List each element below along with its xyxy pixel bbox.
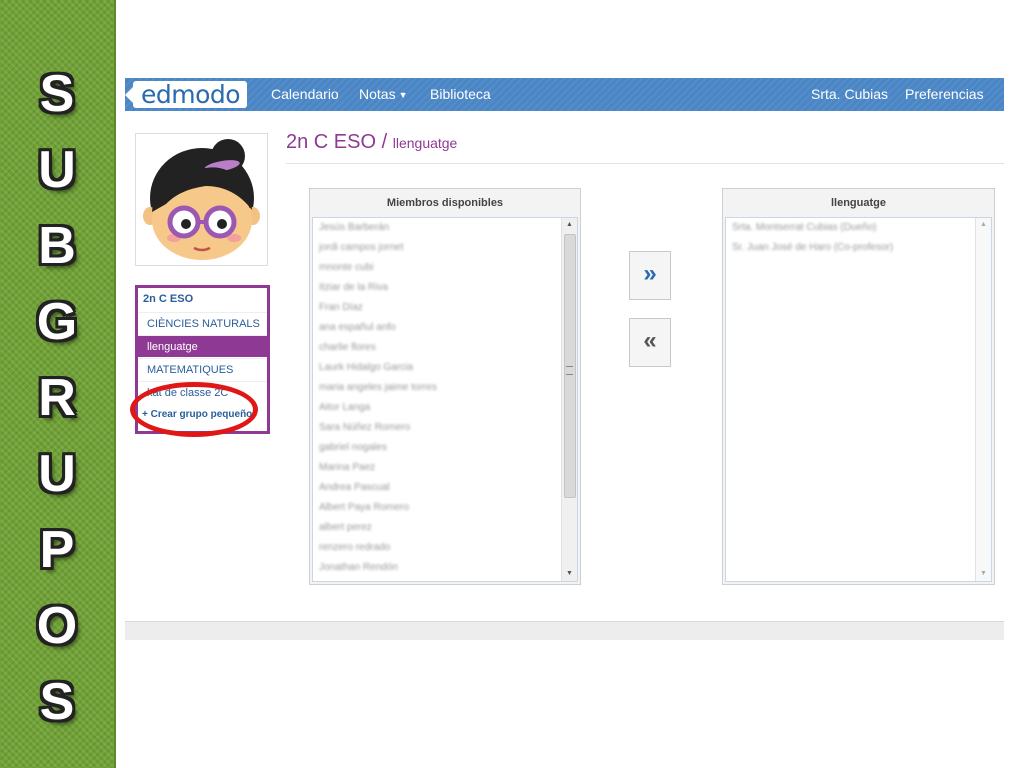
title-letter: O [36, 597, 78, 655]
logo-text: edmodo [141, 80, 241, 109]
title-letter: R [38, 369, 76, 427]
highlight-ellipse [130, 382, 258, 437]
page-title: 2n C ESO / llenguatge [286, 131, 457, 154]
cartoon-avatar-icon [143, 139, 260, 260]
add-to-subgroup-button[interactable]: » [629, 251, 671, 300]
member-row[interactable]: Sr. Juan José de Haro (Co-profesor) [726, 238, 991, 258]
member-row[interactable]: renzero redrado [313, 538, 577, 558]
member-row[interactable]: Aitor Langa [313, 398, 577, 418]
scroll-up-icon[interactable]: ▲ [562, 218, 577, 232]
title-letter: B [38, 217, 76, 275]
slide-title: S U B G R U P O S [0, 56, 114, 740]
member-row[interactable]: Sara Núñez Romero [313, 418, 577, 438]
nav-calendar[interactable]: Calendario [271, 78, 339, 111]
available-members-panel: Miembros disponibles Jesús Barberán jord… [309, 188, 581, 585]
nav-grades[interactable]: Notas ▼ [359, 78, 408, 111]
group-title[interactable]: 2n C ESO [143, 293, 193, 305]
title-group: 2n C ESO [286, 131, 377, 153]
scrollbar-grip-icon [566, 366, 573, 375]
scroll-up-icon[interactable]: ▲ [976, 218, 991, 232]
title-letter: G [36, 293, 78, 351]
scroll-down-icon[interactable]: ▼ [976, 567, 991, 581]
title-letter: U [38, 141, 76, 199]
member-row[interactable]: charlie flores [313, 338, 577, 358]
subgroup-members-header: llenguatge [830, 197, 886, 209]
member-row[interactable]: ana españul anfo [313, 318, 577, 338]
scroll-down-icon[interactable]: ▼ [562, 567, 577, 581]
group-item-matematiques[interactable]: MATEMATIQUES [138, 358, 267, 380]
title-letter: S [39, 673, 75, 731]
member-row[interactable]: maria angeles jaime torres [313, 378, 577, 398]
member-row[interactable]: Jonathan Rendón [313, 558, 577, 578]
member-row[interactable]: Fran Díaz [313, 298, 577, 318]
title-divider [286, 163, 1004, 164]
member-row[interactable]: Marina Paez [313, 458, 577, 478]
nav-library[interactable]: Biblioteca [430, 78, 491, 111]
member-row[interactable]: gabriel nogales [313, 438, 577, 458]
available-list-scrollbar[interactable]: ▲ ▼ [561, 218, 577, 581]
group-item-ciencies[interactable]: CIÈNCIES NATURALS [138, 312, 267, 334]
footer-strip [125, 621, 1004, 640]
title-letter: P [39, 521, 75, 579]
subgroup-members-panel: llenguatge Srta. Montserrat Cubias (Dueñ… [722, 188, 995, 585]
nav-user[interactable]: Srta. Cubias [811, 78, 888, 111]
member-row[interactable]: Laurk Hidalgo Garcia [313, 358, 577, 378]
nav-grades-label: Notas [359, 86, 396, 102]
member-row[interactable]: Itziar de la Riva [313, 278, 577, 298]
group-item-llenguatge[interactable]: llenguatge [138, 335, 267, 357]
member-row[interactable]: mnonte cubi [313, 258, 577, 278]
available-members-header: Miembros disponibles [386, 197, 504, 209]
member-row[interactable]: Jesús Barberán [313, 218, 577, 238]
avatar[interactable] [135, 133, 268, 266]
available-members-list[interactable]: Jesús Barberán jordi campos jornet mnont… [312, 217, 578, 582]
remove-from-subgroup-button[interactable]: « [629, 318, 671, 367]
member-row[interactable]: albert perez [313, 518, 577, 538]
member-row[interactable]: Andrea Pascual [313, 478, 577, 498]
scrollbar-thumb[interactable] [564, 234, 576, 498]
subgroup-members-list[interactable]: Srta. Montserrat Cubias (Dueño) Sr. Juan… [725, 217, 992, 582]
nav-preferences[interactable]: Preferencias [905, 78, 984, 111]
top-navbar: edmodo Calendario Notas ▼ Biblioteca Srta… [125, 78, 1004, 111]
title-separator: / [381, 131, 388, 153]
slide-title-bar: S U B G R U P O S [0, 0, 116, 768]
subgroup-list-scrollbar[interactable]: ▲ ▼ [975, 218, 991, 581]
title-letter: S [39, 65, 75, 123]
edmodo-screenshot: edmodo Calendario Notas ▼ Biblioteca Srta… [125, 78, 1004, 640]
member-row[interactable]: jordi campos jornet [313, 238, 577, 258]
member-row[interactable]: Albert Paya Romero [313, 498, 577, 518]
edmodo-logo[interactable]: edmodo [125, 80, 247, 109]
title-subgroup: llenguatge [392, 135, 458, 151]
title-letter: U [38, 445, 76, 503]
member-row[interactable]: Srta. Montserrat Cubias (Dueño) [726, 218, 991, 238]
caret-down-icon: ▼ [398, 89, 408, 100]
